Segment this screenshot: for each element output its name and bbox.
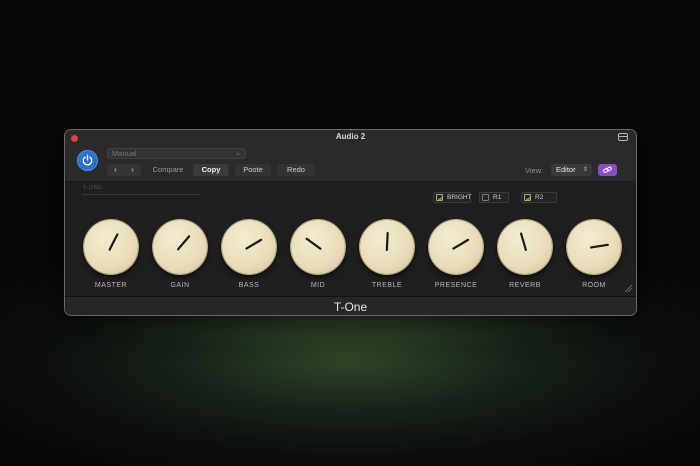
mid-knob[interactable]	[291, 220, 345, 274]
paste-button[interactable]: Poote	[235, 164, 271, 176]
treble-knob[interactable]	[360, 220, 414, 274]
presence-knob-control: PRESENCE	[426, 220, 486, 292]
plugin-toolbar: Manual ⌄ ‹ › Compare Copy Poote Redo Vie…	[65, 145, 636, 182]
r2-label: R2	[535, 194, 544, 201]
next-preset-button[interactable]: ›	[124, 164, 141, 176]
power-icon	[82, 154, 93, 166]
reverb-knob[interactable]	[498, 220, 552, 274]
checkmark-icon	[525, 196, 532, 201]
view-value: Editor	[556, 165, 576, 174]
reverb-knob-control: REVERB	[495, 220, 555, 292]
sidebar-toggle-icon[interactable]	[618, 133, 628, 141]
preset-nav: ‹ ›	[107, 164, 141, 176]
room-knob-control: ROOM	[564, 220, 624, 292]
bright-checkbox[interactable]	[436, 194, 444, 201]
gain-label: GAIN	[170, 282, 190, 289]
knob-pointer	[108, 233, 119, 251]
room-label: ROOM	[582, 282, 606, 289]
knob-pointer	[245, 238, 263, 250]
r2-switch[interactable]: R2	[521, 192, 557, 203]
mid-knob-control: MID	[288, 220, 348, 292]
chevron-down-icon: ⌄	[235, 150, 241, 157]
master-label: MASTER	[94, 282, 128, 289]
link-button[interactable]	[598, 164, 617, 176]
preset-dropdown[interactable]: Manual ⌄	[107, 148, 246, 159]
gain-knob[interactable]	[153, 220, 207, 274]
knob-pointer	[385, 231, 389, 252]
view-dropdown[interactable]: Editor ⇕	[551, 164, 592, 176]
plugin-name: T-One	[333, 300, 368, 314]
presence-knob[interactable]	[429, 220, 483, 274]
redo-button[interactable]: Redo	[278, 164, 314, 176]
title-bar: Audio 2	[65, 130, 636, 145]
view-label: View:	[525, 166, 544, 175]
treble-knob-control: TREBLE	[357, 220, 417, 292]
master-knob-control: MASTER	[81, 220, 141, 292]
presence-label: PRESENCE	[434, 282, 478, 289]
checkmark-icon	[437, 196, 444, 201]
link-icon	[603, 166, 612, 173]
bass-knob[interactable]	[222, 220, 276, 274]
r2-checkbox[interactable]	[524, 194, 532, 201]
model-label: T-ONE	[83, 185, 103, 191]
r1-checkbox[interactable]	[482, 194, 489, 201]
bass-knob-control: BASS	[219, 220, 279, 292]
window-title: Audio 2	[335, 132, 366, 141]
amp-panel: T-ONE BRIGHT R1 R2 MASTER GAIN BASS MID …	[65, 182, 636, 296]
room-knob[interactable]	[567, 220, 621, 274]
compare-button[interactable]: Compare	[149, 164, 187, 176]
model-divider	[82, 194, 200, 195]
plugin-window: Audio 2 Manual ⌄ ‹ › Compare Copy Poote …	[64, 129, 637, 316]
bass-label: BASS	[238, 282, 260, 289]
master-knob[interactable]	[84, 220, 138, 274]
knob-pointer	[305, 237, 322, 250]
knob-pointer	[176, 235, 191, 251]
power-button[interactable]	[77, 150, 98, 171]
gain-knob-control: GAIN	[150, 220, 210, 292]
r1-switch[interactable]: R1	[479, 192, 509, 203]
mid-label: MID	[310, 282, 326, 289]
resize-grip-icon[interactable]	[624, 284, 633, 293]
treble-label: TREBLE	[371, 282, 403, 289]
previous-preset-button[interactable]: ‹	[107, 164, 124, 176]
knob-pointer	[452, 238, 470, 250]
reverb-label: REVERB	[509, 282, 541, 289]
r1-label: R1	[493, 194, 502, 201]
knob-pointer	[589, 243, 609, 249]
knob-pointer	[519, 232, 527, 251]
plugin-footer: T-One	[65, 296, 636, 315]
bright-switch[interactable]: BRIGHT	[433, 192, 472, 203]
copy-button[interactable]: Copy	[193, 164, 229, 176]
chevron-updown-icon: ⇕	[582, 167, 588, 173]
bright-label: BRIGHT	[447, 194, 472, 201]
preset-value: Manual	[112, 149, 137, 158]
